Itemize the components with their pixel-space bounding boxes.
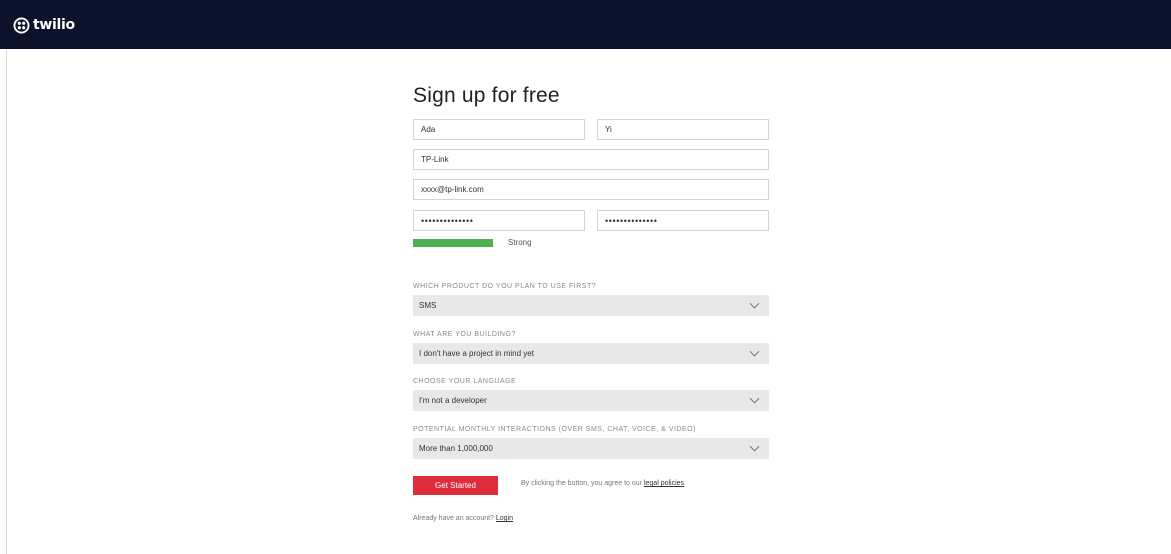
product-select[interactable]: SMS	[413, 295, 769, 316]
language-select[interactable]: I'm not a developer	[413, 390, 769, 411]
page-left-border	[6, 49, 7, 554]
password-strength-bar	[413, 238, 493, 247]
page-title: Sign up for free	[413, 84, 560, 107]
building-select[interactable]: I don't have a project in mind yet	[413, 343, 769, 364]
password-strength-label: Strong	[508, 238, 532, 247]
building-question-label: WHAT ARE YOU BUILDING?	[413, 331, 516, 338]
building-select-value: I don't have a project in mind yet	[419, 349, 534, 358]
chevron-down-icon	[749, 445, 760, 452]
legal-policies-link[interactable]: legal policies	[644, 480, 684, 487]
product-select-value: SMS	[419, 301, 437, 310]
legal-agreement-text: By clicking the button, you agree to our…	[521, 480, 684, 487]
product-question-label: WHICH PRODUCT DO YOU PLAN TO USE FIRST?	[413, 283, 597, 290]
twilio-logo-icon	[13, 17, 30, 33]
login-prompt-text: Already have an account?	[413, 515, 496, 522]
password-input[interactable]	[413, 210, 585, 231]
top-navigation-bar: twilio	[0, 0, 1171, 49]
interactions-select[interactable]: More than 1,000,000	[413, 438, 769, 459]
login-prompt: Already have an account? Login	[413, 515, 513, 522]
language-select-value: I'm not a developer	[419, 396, 487, 405]
chevron-down-icon	[749, 397, 760, 404]
email-input[interactable]	[413, 179, 769, 200]
interactions-select-value: More than 1,000,000	[419, 444, 493, 453]
interactions-question-label: POTENTIAL MONTHLY INTERACTIONS (OVER SMS…	[413, 426, 696, 433]
company-input[interactable]	[413, 149, 769, 170]
twilio-logo[interactable]: twilio	[13, 16, 75, 34]
language-question-label: CHOOSE YOUR LANGUAGE	[413, 378, 517, 385]
legal-agreement-prefix: By clicking the button, you agree to our	[521, 480, 644, 487]
last-name-input[interactable]	[597, 119, 769, 140]
confirm-password-input[interactable]	[597, 210, 769, 231]
login-link[interactable]: Login	[496, 515, 513, 522]
twilio-logo-text: twilio	[33, 17, 75, 33]
get-started-button[interactable]: Get Started	[413, 476, 498, 495]
chevron-down-icon	[749, 350, 760, 357]
chevron-down-icon	[749, 302, 760, 309]
password-strength-meter: Strong	[413, 238, 532, 247]
first-name-input[interactable]	[413, 119, 585, 140]
